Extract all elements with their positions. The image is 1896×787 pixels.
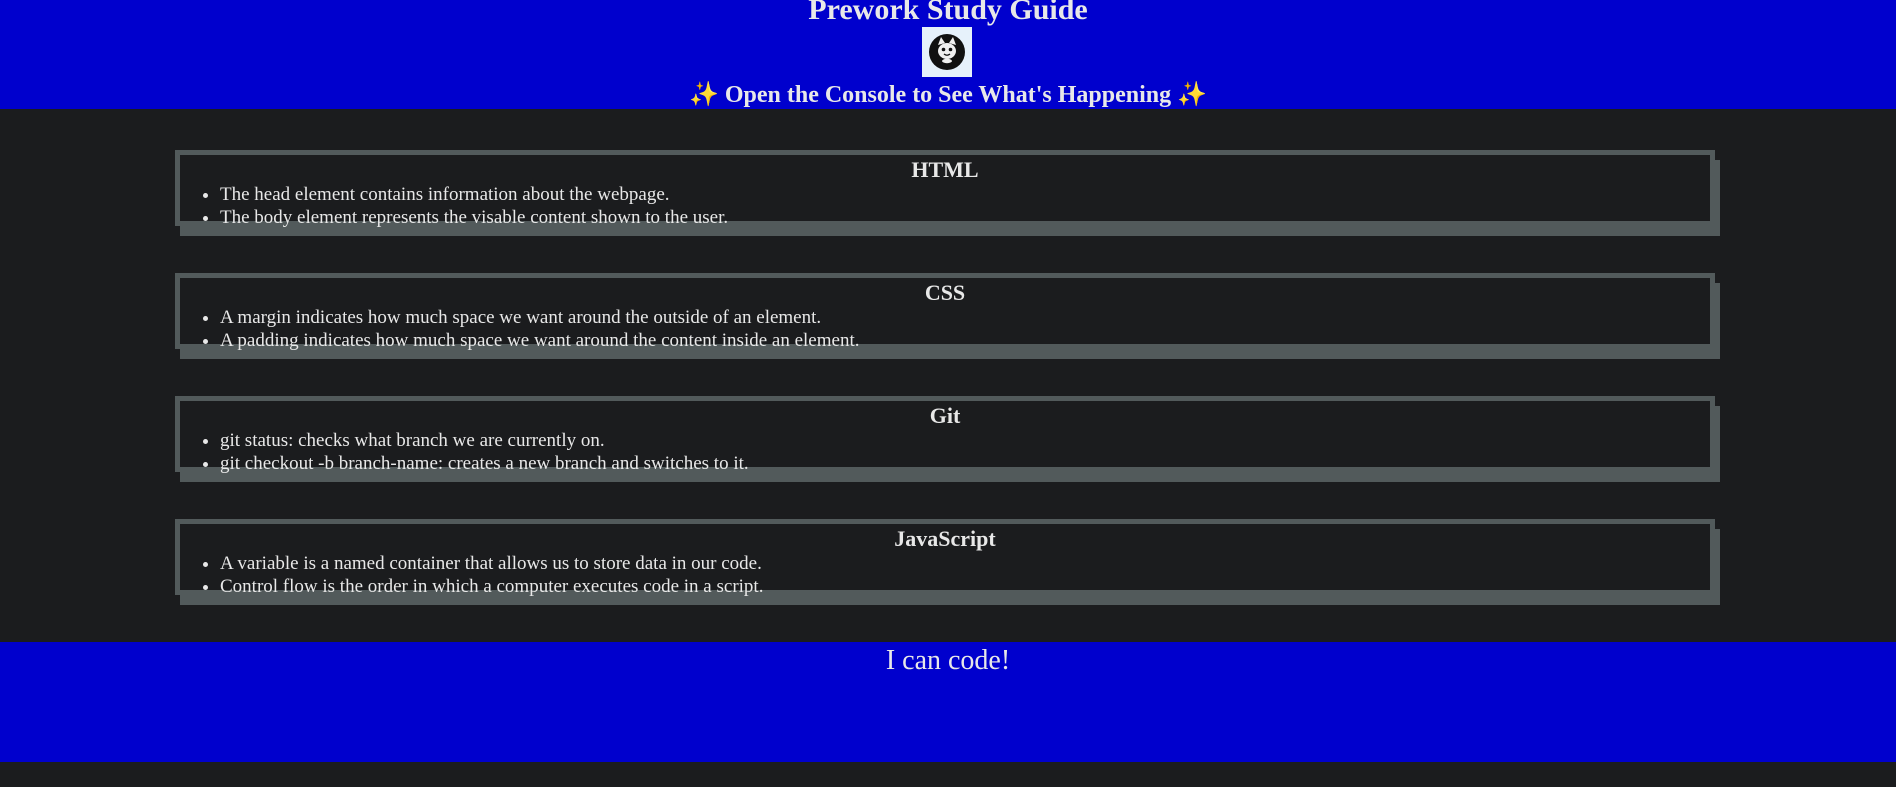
logo [922,27,972,77]
list-item: A variable is a named container that all… [220,552,1710,575]
list-item: The head element contains information ab… [220,183,1710,206]
section-git: Git git status: checks what branch we ar… [175,396,1715,475]
sparkles-icon: ✨ [688,82,719,108]
sparkles-icon: ✨ [1177,82,1208,108]
section-css: CSS A margin indicates how much space we… [175,273,1715,352]
page-footer: I can code! [0,642,1896,762]
section-title: Git [929,403,961,428]
cat-face-icon [929,34,965,70]
section-list: The head element contains information ab… [180,183,1710,229]
list-item: A padding indicates how much space we wa… [220,329,1710,352]
section-list: A variable is a named container that all… [180,552,1710,598]
footer-text: I can code! [885,645,1011,676]
list-item: The body element represents the visable … [220,206,1710,229]
list-item: git status: checks what branch we are cu… [220,429,1710,452]
section-list: git status: checks what branch we are cu… [180,429,1710,475]
list-item: A margin indicates how much space we wan… [220,306,1710,329]
page-title: Prework Study Guide [808,0,1088,26]
section-title: CSS [924,280,966,305]
page-header: Prework Study Guide ✨ Open the Console t… [0,0,1896,109]
section-list: A margin indicates how much space we wan… [180,306,1710,352]
subtitle: ✨ Open the Console to See What's Happeni… [0,80,1896,110]
list-item: git checkout -b branch-name: creates a n… [220,452,1710,475]
section-title: HTML [911,157,979,182]
section-html: HTML The head element contains informati… [175,150,1715,229]
list-item: Control flow is the order in which a com… [220,575,1710,598]
section-javascript: JavaScript A variable is a named contain… [175,519,1715,598]
subtitle-text: Open the Console to See What's Happening [724,82,1172,108]
section-title: JavaScript [894,526,996,551]
